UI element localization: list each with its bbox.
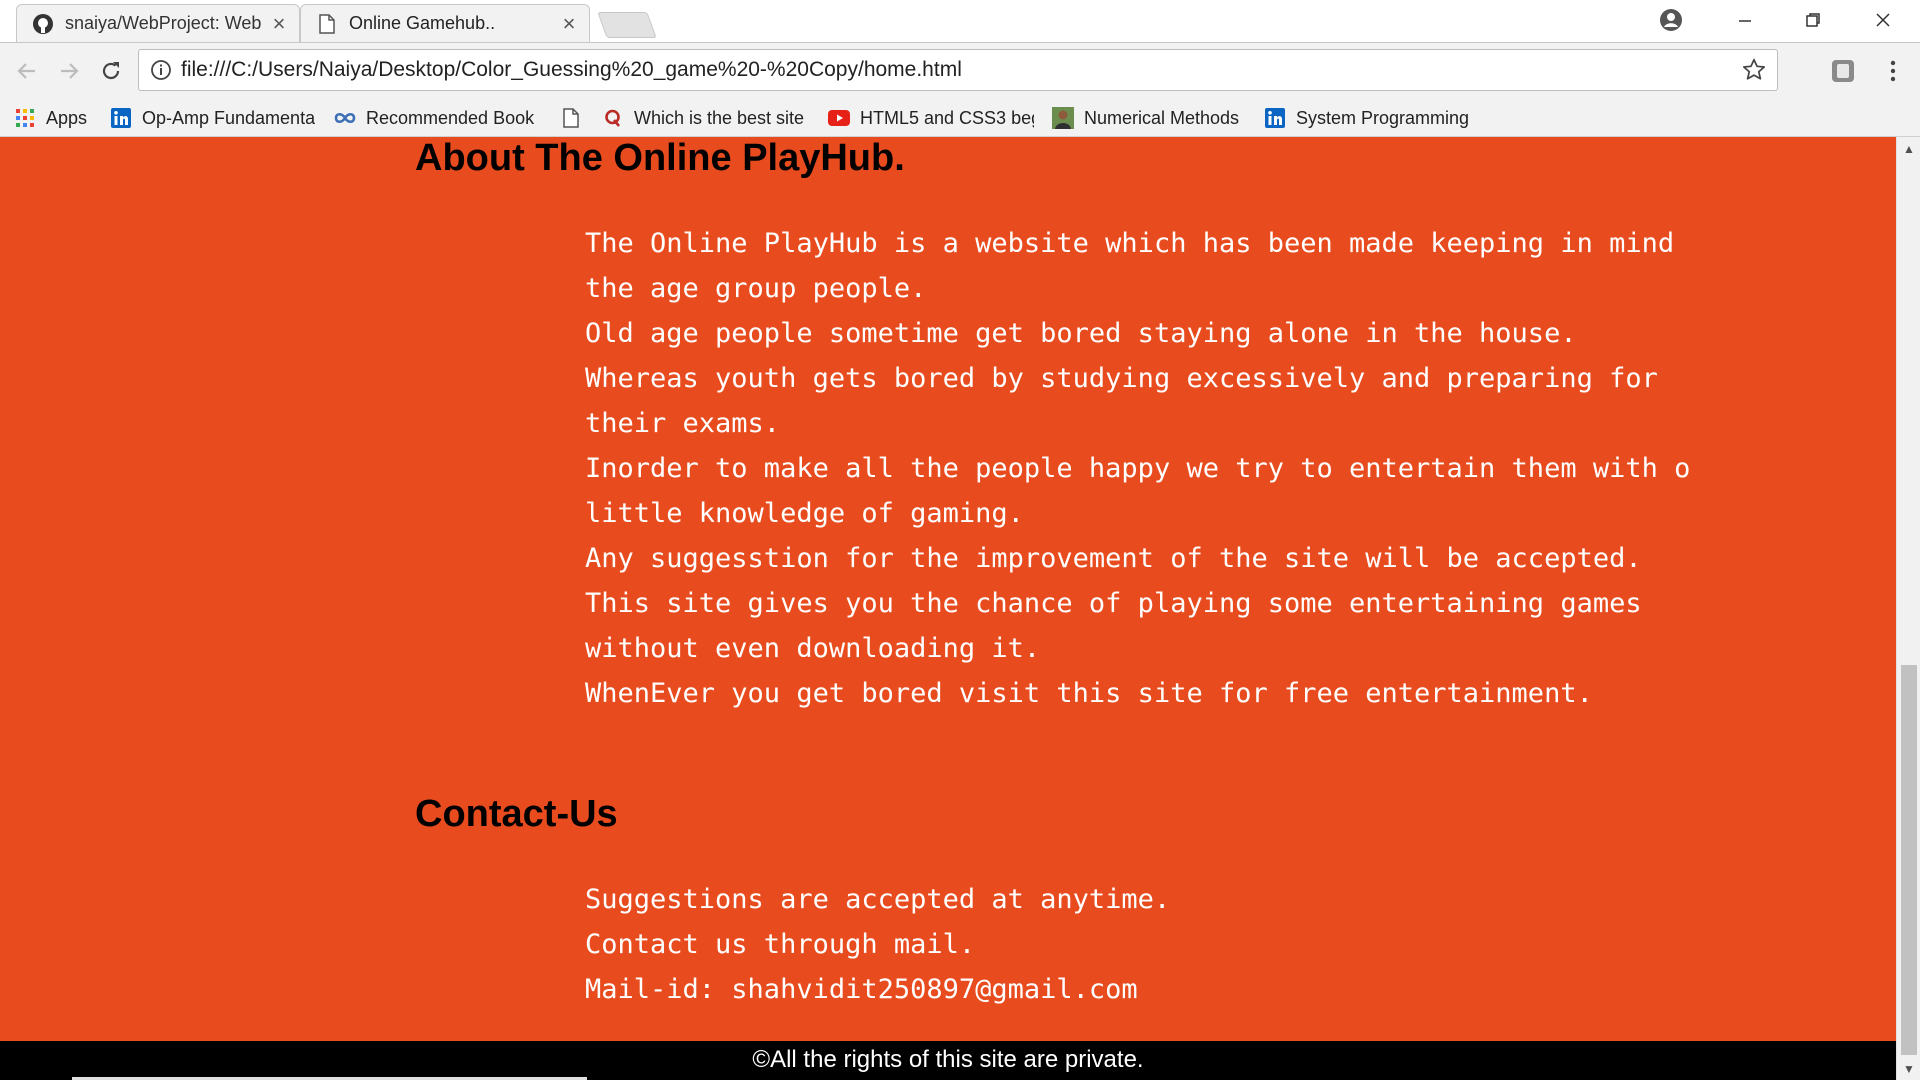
contact-heading: Contact-Us [415, 793, 618, 835]
page-icon [560, 107, 582, 129]
close-tab-icon[interactable]: × [265, 11, 293, 37]
avatar-icon [1052, 107, 1074, 129]
new-tab-button[interactable] [597, 12, 657, 38]
about-line: Inorder to make all the people happy we … [585, 453, 1691, 484]
bookmark-numerical-methods[interactable]: Numerical Methods [1052, 105, 1252, 131]
quora-icon [602, 107, 624, 129]
tab-title: snaiya/WebProject: Web [65, 13, 262, 33]
url-text: file:///C:/Users/Naiya/Desktop/Color_Gue… [181, 58, 962, 81]
about-line: This site gives you the chance of playin… [585, 588, 1642, 619]
scroll-down-arrow-icon[interactable]: ▼ [1897, 1058, 1920, 1080]
close-window-button[interactable] [1854, 0, 1912, 40]
bookmark-label: Recommended Book [366, 107, 535, 128]
contact-line: Contact us through mail. [585, 929, 976, 960]
info-icon[interactable] [149, 58, 173, 82]
bookmarks-bar: Apps Op-Amp Fundamenta Recommended Book … [0, 100, 1920, 137]
about-text: The Online PlayHub is a website which ha… [585, 221, 1715, 716]
menu-icon[interactable] [1876, 54, 1910, 88]
close-tab-icon[interactable]: × [555, 11, 583, 37]
contact-text: Suggestions are accepted at anytime. Con… [585, 877, 1715, 1012]
tab-online-gamehub[interactable]: Online Gamehub.. × [300, 4, 590, 42]
page-icon [315, 12, 339, 36]
address-bar[interactable]: file:///C:/Users/Naiya/Desktop/Color_Gue… [138, 49, 1778, 91]
extension-icon[interactable] [1826, 54, 1860, 88]
scroll-up-arrow-icon[interactable]: ▲ [1897, 137, 1920, 159]
infinity-icon [334, 107, 356, 129]
back-button[interactable] [10, 54, 44, 88]
tab-strip: snaiya/WebProject: Web × Online Gamehub.… [0, 0, 1920, 42]
about-line: Whereas youth gets bored by studying exc… [585, 363, 1658, 394]
browser-toolbar: file:///C:/Users/Naiya/Desktop/Color_Gue… [0, 42, 1920, 101]
bookmark-star-icon[interactable] [1739, 55, 1769, 85]
about-line: their exams. [585, 408, 781, 439]
bookmark-html5-css3[interactable]: HTML5 and CSS3 beg [828, 105, 1034, 131]
bookmark-apps[interactable]: Apps [14, 105, 96, 131]
bookmark-system-programming[interactable]: System Programming [1264, 105, 1470, 131]
scrollbar-thumb[interactable] [1901, 665, 1917, 1055]
github-icon [31, 12, 55, 36]
bookmark-label: Numerical Methods [1084, 107, 1240, 128]
about-heading: About The Online PlayHub. [415, 137, 905, 179]
bookmark-label: HTML5 and CSS3 beg [860, 107, 1034, 128]
linkedin-icon [1264, 107, 1286, 129]
page-content: About The Online PlayHub. The Online Pla… [0, 137, 1896, 1080]
bookmark-recommended-book[interactable]: Recommended Book [334, 105, 540, 131]
tab-github[interactable]: snaiya/WebProject: Web × [16, 4, 300, 42]
about-line: Any suggesstion for the improvement of t… [585, 543, 1642, 574]
about-line: Old age people sometime get bored stayin… [585, 318, 1577, 349]
bookmark-label: Apps [46, 107, 88, 128]
bookmark-label: System Programming [1296, 107, 1470, 128]
youtube-icon [828, 107, 850, 129]
about-line: WhenEver you get bored visit this site f… [585, 678, 1593, 709]
about-line: the age group people. [585, 273, 927, 304]
restore-button[interactable] [1784, 0, 1842, 40]
bookmark-label: Which is the best site [634, 107, 805, 128]
minimize-button[interactable] [1716, 0, 1774, 40]
bookmark-op-amp[interactable]: Op-Amp Fundamenta [110, 105, 316, 131]
reload-button[interactable] [94, 54, 128, 88]
bookmark-page[interactable] [560, 105, 590, 131]
tab-title: Online Gamehub.. [349, 13, 496, 33]
contact-line: Suggestions are accepted at anytime. [585, 884, 1171, 915]
bookmark-quora[interactable]: Which is the best site [602, 105, 808, 131]
apps-grid-icon [14, 107, 36, 129]
contact-email: Mail-id: shahvidit250897@gmail.com [585, 974, 1138, 1005]
about-line: little knowledge of gaming. [585, 498, 1024, 529]
bookmark-label: Op-Amp Fundamenta [142, 107, 316, 128]
forward-button[interactable] [52, 54, 86, 88]
profile-icon[interactable] [1642, 0, 1700, 40]
about-line: The Online PlayHub is a website which ha… [585, 228, 1675, 259]
linkedin-icon [110, 107, 132, 129]
about-line: without even downloading it. [585, 633, 1041, 664]
footer: ©All the rights of this site are private… [0, 1041, 1896, 1080]
page-scrollbar[interactable]: ▲ ▼ [1896, 137, 1920, 1080]
